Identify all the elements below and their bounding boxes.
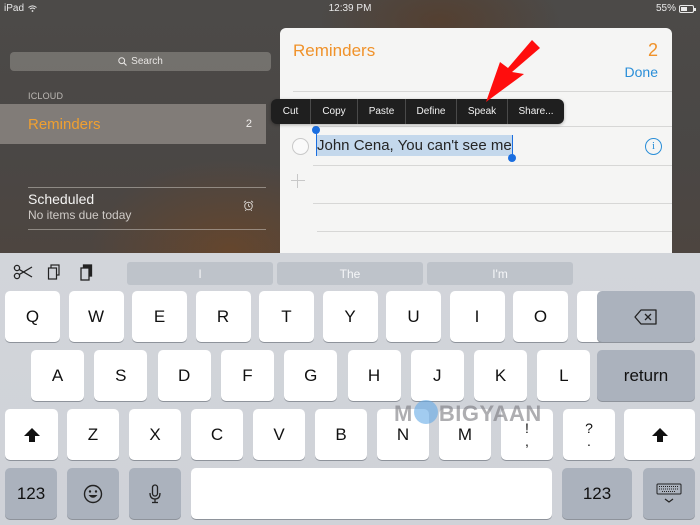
shift-icon: [651, 427, 668, 442]
key-exclamation-comma[interactable]: !,: [501, 409, 553, 460]
divider: [317, 231, 672, 232]
emoji-icon: [83, 484, 103, 503]
sidebar-item-scheduled[interactable]: Scheduled No items due today: [28, 191, 266, 222]
shift-icon: [23, 427, 40, 442]
reminder-text-selected[interactable]: John Cena, You can't see me: [316, 135, 513, 156]
divider: [28, 229, 266, 230]
return-key[interactable]: return: [597, 350, 695, 401]
key-l[interactable]: L: [537, 350, 591, 401]
alarm-clock-icon: [243, 200, 254, 211]
sidebar-item-reminders[interactable]: Reminders 2: [0, 104, 266, 144]
selection-end-handle[interactable]: [508, 154, 516, 162]
microphone-icon: [149, 483, 161, 503]
shortcut-bar: I The I'm: [0, 253, 700, 289]
suggestion-1[interactable]: I: [127, 262, 273, 285]
add-reminder-plus-icon[interactable]: [291, 174, 305, 188]
menu-item-cut[interactable]: Cut: [271, 99, 310, 124]
shift-key-left[interactable]: [5, 409, 58, 460]
space-bar[interactable]: [191, 468, 552, 519]
key-x[interactable]: X: [129, 409, 181, 460]
keyboard: I The I'm QWERTYUIOPASDFGHJKLreturnZXCVB…: [0, 253, 700, 525]
hide-keyboard-key[interactable]: [643, 468, 695, 519]
key-d[interactable]: D: [157, 350, 211, 401]
panel-title: Reminders: [293, 41, 376, 60]
key-question-period[interactable]: ?.: [563, 409, 615, 460]
search-input[interactable]: Search: [10, 52, 271, 71]
key-v[interactable]: V: [253, 409, 305, 460]
list-count: 2: [245, 118, 252, 130]
battery-percent: 55%: [655, 3, 676, 14]
suggestion-2[interactable]: The: [277, 262, 423, 285]
key-w[interactable]: W: [68, 291, 124, 342]
red-arrow-annotation: [486, 40, 540, 102]
key-j[interactable]: J: [410, 350, 464, 401]
key-bottom-char: .: [587, 432, 591, 449]
battery-icon: [679, 4, 696, 13]
shift-key-right[interactable]: [624, 409, 695, 460]
paste-icon[interactable]: [77, 263, 97, 281]
key-b[interactable]: B: [315, 409, 367, 460]
scheduled-subtitle: No items due today: [28, 208, 132, 222]
key-k[interactable]: K: [474, 350, 528, 401]
key-f[interactable]: F: [220, 350, 274, 401]
reminder-checkbox[interactable]: [292, 138, 309, 155]
selection-end-bar: [512, 135, 513, 156]
scheduled-title: Scheduled: [28, 191, 95, 207]
panel-count: 2: [647, 40, 658, 60]
search-icon: [118, 57, 128, 66]
key-m[interactable]: M: [439, 409, 491, 460]
search-placeholder: Search: [131, 56, 163, 67]
reminder-row[interactable]: John Cena, You can't see me i: [280, 126, 672, 162]
backspace-icon: [634, 308, 657, 325]
status-bar: iPad 12:39 PM 55%: [0, 0, 700, 18]
menu-item-paste[interactable]: Paste: [357, 99, 405, 124]
key-g[interactable]: G: [284, 350, 338, 401]
selection-start-handle[interactable]: [312, 126, 320, 134]
key-c[interactable]: C: [191, 409, 243, 460]
key-s[interactable]: S: [94, 350, 148, 401]
divider: [313, 165, 672, 166]
divider: [313, 203, 672, 204]
done-button[interactable]: Done: [625, 64, 658, 80]
keyboard-dismiss-icon: [656, 483, 682, 503]
cut-icon[interactable]: [13, 263, 33, 281]
key-o[interactable]: O: [513, 291, 568, 342]
info-icon[interactable]: i: [645, 138, 662, 155]
reminders-panel: Reminders 2 Done John Cena, You can't se…: [280, 28, 672, 253]
suggestion-3[interactable]: I'm: [427, 262, 573, 285]
emoji-key[interactable]: [67, 468, 119, 519]
key-u[interactable]: U: [386, 291, 441, 342]
selection-start-bar: [316, 131, 317, 156]
divider: [28, 187, 266, 188]
key-t[interactable]: T: [259, 291, 314, 342]
menu-item-copy[interactable]: Copy: [310, 99, 357, 124]
divider: [313, 126, 672, 127]
numbers-key-left[interactable]: 123: [5, 468, 57, 519]
key-h[interactable]: H: [347, 350, 401, 401]
delete-key[interactable]: [597, 291, 695, 342]
menu-item-define[interactable]: Define: [405, 99, 456, 124]
copy-icon[interactable]: [45, 263, 65, 281]
key-i[interactable]: I: [449, 291, 505, 342]
key-r[interactable]: R: [195, 291, 251, 342]
key-n[interactable]: N: [377, 409, 429, 460]
key-e[interactable]: E: [132, 291, 187, 342]
numbers-key-right[interactable]: 123: [562, 468, 632, 519]
key-z[interactable]: Z: [67, 409, 119, 460]
status-time: 12:39 PM: [328, 3, 372, 14]
dictation-key[interactable]: [129, 468, 181, 519]
key-bottom-char: ,: [525, 432, 529, 449]
key-q[interactable]: Q: [5, 291, 60, 342]
section-label-icloud: ICLOUD: [28, 91, 64, 101]
key-a[interactable]: A: [31, 350, 84, 401]
key-y[interactable]: Y: [322, 291, 378, 342]
list-name: Reminders: [28, 115, 101, 133]
